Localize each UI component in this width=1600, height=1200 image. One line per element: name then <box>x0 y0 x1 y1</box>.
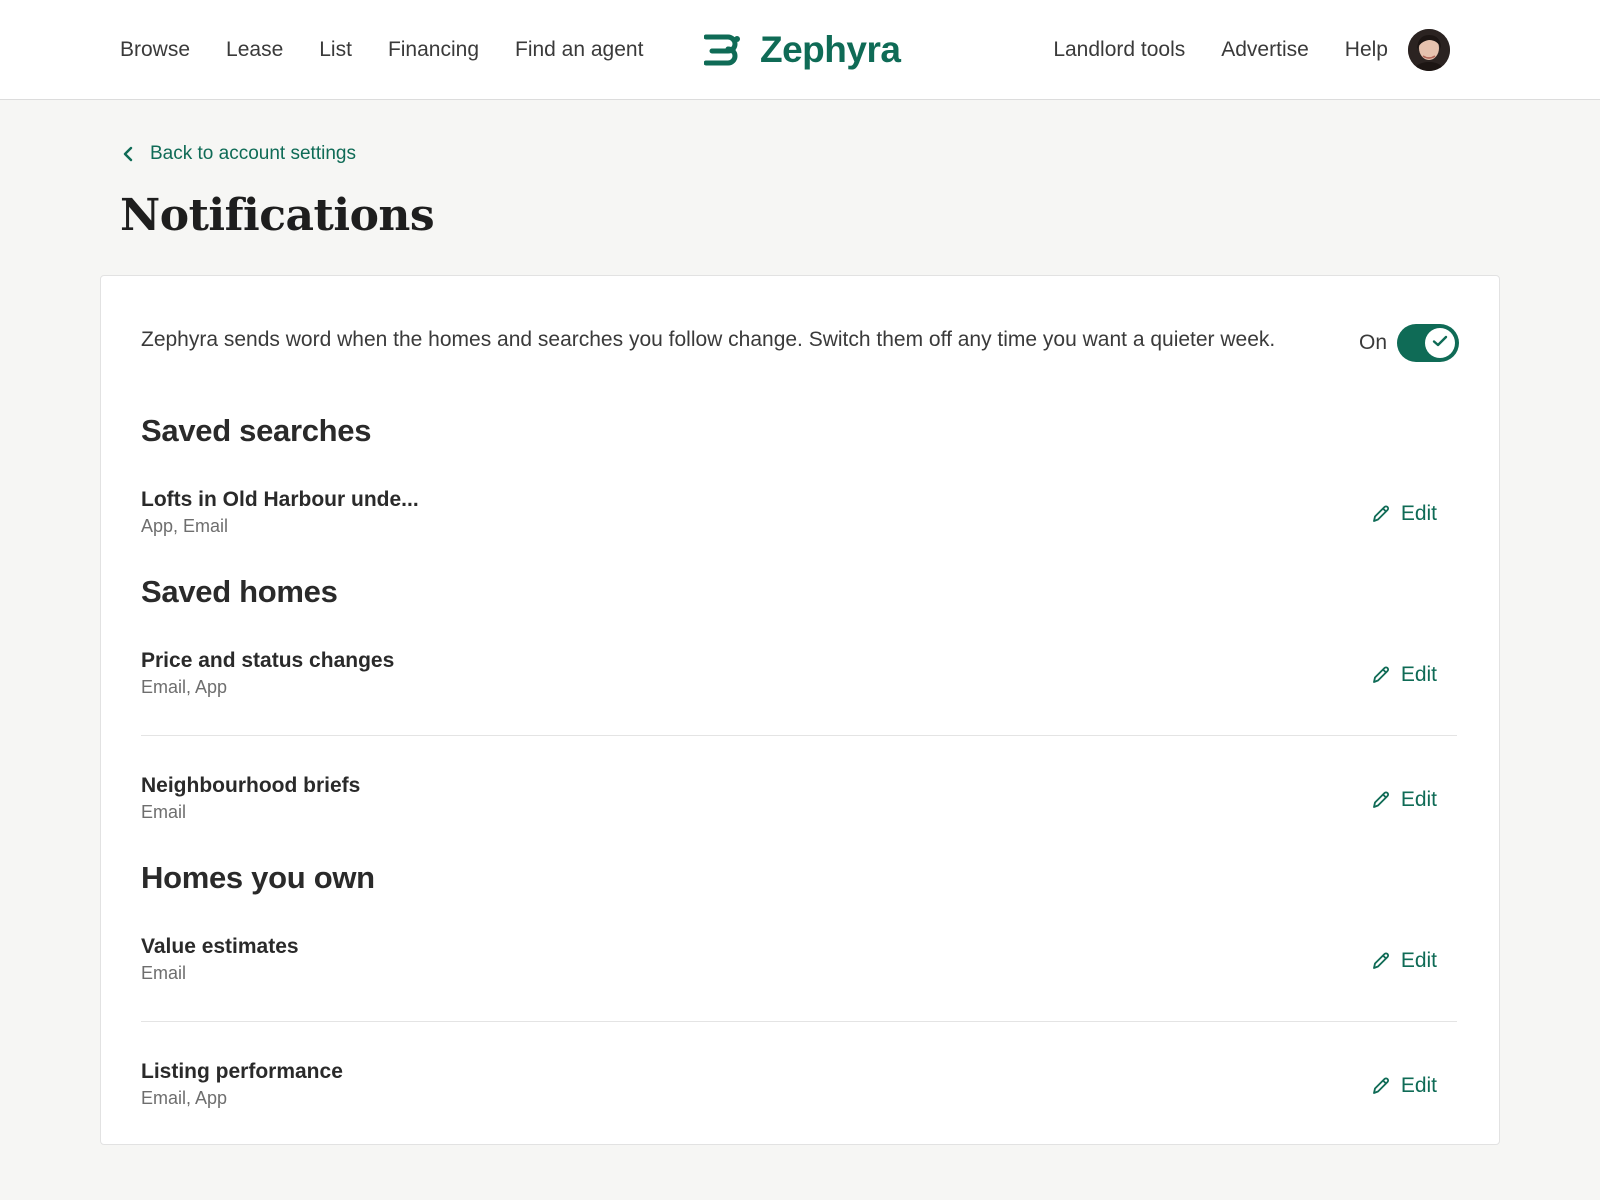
notifications-card: Zephyra sends word when the homes and se… <box>100 275 1500 1145</box>
item-channels: Email, App <box>141 1088 228 1108</box>
list-item: Lofts in Old Harbour unde... App, Email … <box>141 488 1457 548</box>
edit-label: Edit <box>1400 949 1437 972</box>
item-title: Value estimates <box>141 935 299 958</box>
logo-mark-icon <box>704 34 742 66</box>
section-heading-saved-searches: Saved searches <box>141 413 372 448</box>
primary-nav: Browse Lease List Financing Find an agen… <box>120 0 679 100</box>
pencil-icon <box>1371 504 1391 524</box>
pencil-icon <box>1371 665 1391 685</box>
pencil-icon <box>1371 790 1391 810</box>
back-link-label: Back to account settings <box>150 143 356 164</box>
top-navigation: Browse Lease List Financing Find an agen… <box>0 0 1600 100</box>
row-divider <box>141 1021 1457 1022</box>
list-item: Listing performance Email, App Edit <box>141 1060 1457 1120</box>
brand-logo-link[interactable]: Zephyra <box>704 0 901 100</box>
page-title: Notifications <box>120 190 435 241</box>
intro-text: Zephyra sends word when the homes and se… <box>141 328 1276 351</box>
edit-button[interactable]: Edit <box>1371 663 1437 687</box>
item-title: Price and status changes <box>141 649 395 672</box>
list-item: Price and status changes Email, App Edit <box>141 649 1457 709</box>
item-channels: Email, App <box>141 677 228 697</box>
edit-button[interactable]: Edit <box>1371 788 1437 812</box>
nav-link-landlord-tools[interactable]: Landlord tools <box>1053 38 1185 62</box>
switch-knob <box>1425 328 1455 358</box>
secondary-nav: Landlord tools Advertise Help <box>1017 0 1450 100</box>
back-to-settings-link[interactable]: Back to account settings <box>122 140 356 168</box>
pencil-icon <box>1371 951 1391 971</box>
pencil-icon <box>1371 1076 1391 1096</box>
edit-label: Edit <box>1400 502 1437 525</box>
check-icon <box>1432 334 1448 353</box>
list-item: Neighbourhood briefs Email Edit <box>141 774 1457 834</box>
item-title: Listing performance <box>141 1060 343 1083</box>
nav-link-list[interactable]: List <box>319 38 352 62</box>
chevron-left-icon <box>122 145 134 163</box>
item-channels: Email <box>141 802 187 822</box>
toggle-state-label: On <box>1358 331 1387 354</box>
section-heading-homes-you-own: Homes you own <box>141 860 375 895</box>
nav-link-find-agent[interactable]: Find an agent <box>515 38 643 62</box>
nav-link-help[interactable]: Help <box>1345 38 1388 62</box>
edit-label: Edit <box>1400 788 1437 811</box>
section-heading-saved-homes: Saved homes <box>141 574 338 609</box>
edit-button[interactable]: Edit <box>1371 1074 1437 1098</box>
edit-button[interactable]: Edit <box>1371 949 1437 973</box>
brand-name: Zephyra <box>760 29 901 70</box>
master-notifications-toggle: On <box>1359 324 1459 362</box>
row-divider <box>141 735 1457 736</box>
nav-link-advertise[interactable]: Advertise <box>1221 38 1309 62</box>
item-channels: Email <box>141 963 187 983</box>
avatar[interactable] <box>1408 29 1450 71</box>
notifications-switch[interactable] <box>1397 324 1459 362</box>
list-item: Value estimates Email Edit <box>141 935 1457 995</box>
nav-link-lease[interactable]: Lease <box>226 38 283 62</box>
edit-label: Edit <box>1400 663 1437 686</box>
item-title: Neighbourhood briefs <box>141 774 361 797</box>
item-title: Lofts in Old Harbour unde... <box>141 488 419 511</box>
item-channels: App, Email <box>141 516 229 536</box>
nav-link-browse[interactable]: Browse <box>120 38 190 62</box>
nav-link-financing[interactable]: Financing <box>388 38 479 62</box>
edit-button[interactable]: Edit <box>1371 502 1437 526</box>
edit-label: Edit <box>1400 1074 1437 1097</box>
